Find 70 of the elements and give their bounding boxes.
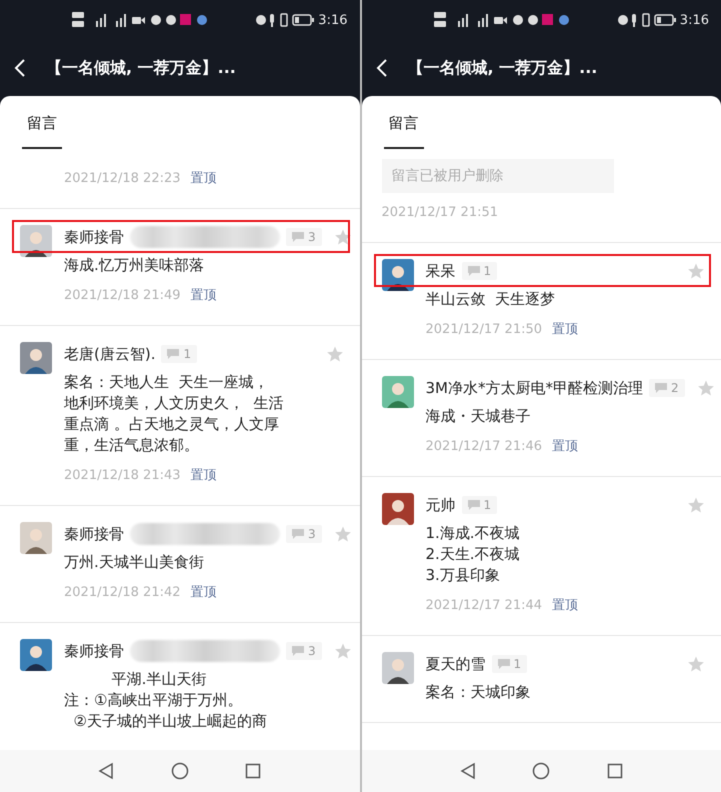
star-icon[interactable] <box>334 525 352 543</box>
comment-text: 万州.天城半山美食街 <box>64 552 205 573</box>
star-icon[interactable] <box>687 655 705 673</box>
comment-time: 2021/12/17 21:51 <box>382 204 498 222</box>
pin-link[interactable]: 置顶 <box>190 169 217 189</box>
commenter-name: 呆呆 <box>426 262 456 280</box>
status-time: 3:16 <box>680 12 709 28</box>
comment-text: 海成・天城巷子 <box>426 406 532 427</box>
comment-icon <box>292 232 304 242</box>
comment-text: 平湖.半山天街 注：①高峡出平湖于万州。 ②天子城的半山坡上崛起的商 <box>64 669 268 732</box>
status-time: 3:16 <box>318 12 348 28</box>
comment-icon <box>468 500 480 510</box>
status-icons-drawing <box>618 11 676 29</box>
back-icon[interactable] <box>98 762 114 780</box>
reply-number: 3 <box>308 644 316 658</box>
commenter-name: 夏天的雪 <box>426 654 486 674</box>
star-icon[interactable] <box>687 496 705 514</box>
comment-time: 2021/12/17 21:44 <box>426 597 542 615</box>
back-icon[interactable] <box>460 762 476 780</box>
star-icon[interactable] <box>696 379 715 397</box>
comment-icon <box>655 383 667 393</box>
star-icon[interactable] <box>334 228 352 246</box>
reply-number: 1 <box>484 498 492 512</box>
pin-link[interactable]: 置顶 <box>552 596 578 616</box>
reply-number: 2 <box>671 381 679 395</box>
page-title: 【一名倾城, 一荐万金】... <box>46 58 236 78</box>
comment-time: 2021/12/18 21:42 <box>64 584 181 602</box>
commenter-name: 3M净水*方太厨电*甲醛检测治理 <box>426 378 643 398</box>
reply-number: 1 <box>484 264 492 278</box>
star-icon[interactable] <box>687 262 705 280</box>
comment-time: 2021/12/17 21:50 <box>426 321 542 339</box>
comment-text: 1.海成.不夜城 2.天生.不夜城 3.万县印象 <box>426 523 521 586</box>
commenter-name: 元帅 <box>426 496 456 514</box>
reply-number: 1 <box>514 657 522 671</box>
comment-text: 海成.忆万州美味部落 <box>64 255 205 276</box>
status-icons-drawing <box>256 11 314 29</box>
comment-text: 半山云敛 天生逐梦 <box>426 289 556 310</box>
reply-number: 3 <box>308 527 316 541</box>
home-icon[interactable] <box>532 762 550 780</box>
comment-icon <box>292 646 304 656</box>
star-icon[interactable] <box>334 642 352 660</box>
comment-time: 2021/12/17 21:46 <box>426 438 542 456</box>
pin-link[interactable]: 置顶 <box>190 466 217 486</box>
commenter-name: 秦师接骨 <box>64 642 124 660</box>
commenter-name: 秦师接骨 <box>64 524 124 544</box>
pin-link[interactable]: 置顶 <box>190 286 217 306</box>
recents-icon[interactable] <box>245 763 262 779</box>
commenter-name: 老唐(唐云智). <box>64 344 156 364</box>
comment-icon <box>468 266 480 276</box>
comment-icon <box>167 349 180 359</box>
pin-link[interactable]: 置顶 <box>552 437 578 457</box>
comments-tab[interactable]: 留言 <box>384 96 424 149</box>
star-icon[interactable] <box>326 345 344 363</box>
pin-link[interactable]: 置顶 <box>552 320 578 340</box>
comment-text: 案名：天城印象 <box>426 682 532 703</box>
commenter-name: 秦师接骨 <box>64 228 124 246</box>
comment-time: 2021/12/18 21:49 <box>64 287 181 305</box>
deleted-notice: 留言已被用户删除 <box>382 159 614 193</box>
reply-number: 3 <box>308 230 316 244</box>
page-title: 【一名倾城, 一荐万金】... <box>408 58 598 78</box>
home-icon[interactable] <box>170 762 189 780</box>
comments-tab[interactable]: 留言 <box>22 96 62 149</box>
comment-icon <box>498 659 510 669</box>
comment-text: 案名：天地人生 天生一座城， 地利环境美，人文历史久， 生活 重点滴 。占天地之灵气，人文厚 重，生活气息浓郁。 <box>64 372 285 456</box>
recents-icon[interactable] <box>606 763 623 779</box>
pin-link[interactable]: 置顶 <box>190 583 217 603</box>
reply-number: 1 <box>183 347 192 361</box>
comment-icon <box>292 529 304 539</box>
comment-time: 2021/12/18 21:43 <box>64 467 181 485</box>
comment-time: 2021/12/18 22:23 <box>64 170 181 188</box>
